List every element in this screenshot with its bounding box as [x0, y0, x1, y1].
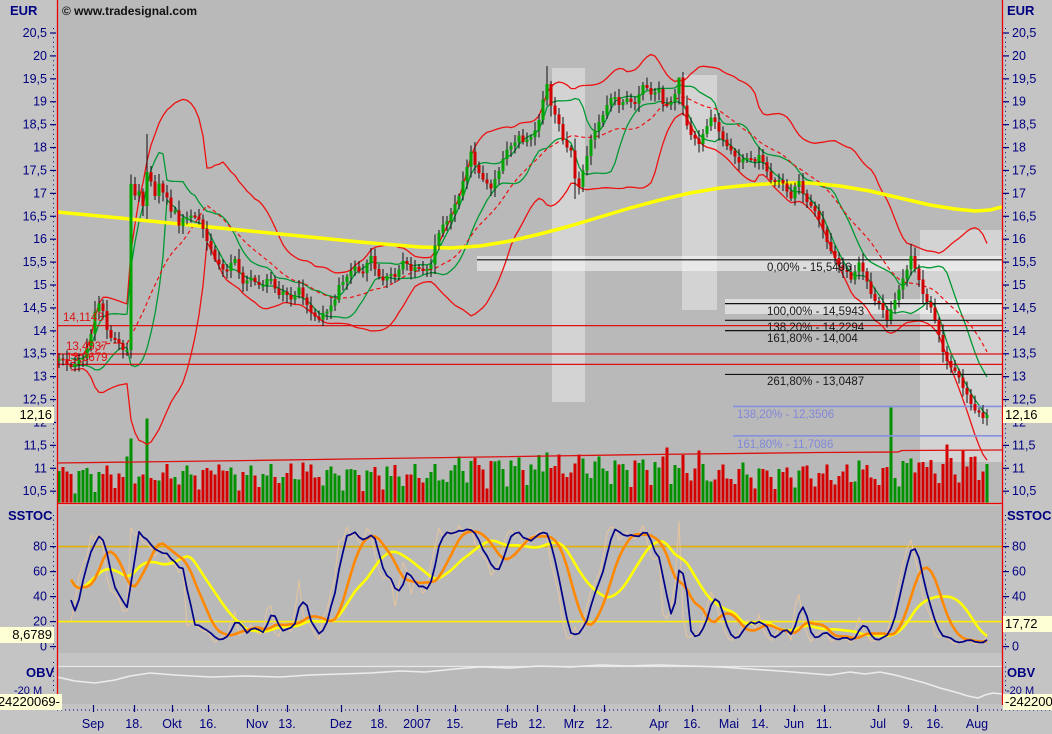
price-tick-label-left: 13,5: [23, 347, 47, 361]
price-tick-label-right: 16,5: [1012, 209, 1036, 223]
price-tick-label-left: 11: [34, 461, 47, 475]
price-tick-label-right: 11,5: [1012, 438, 1035, 452]
fib-extension-label: 161,80% - 11,7086: [737, 439, 833, 451]
price-tick-label-right: 15,5: [1012, 255, 1036, 269]
sstoc-tick-label-left: 60: [33, 565, 47, 579]
price-tick-label-right: 12,5: [1012, 393, 1036, 407]
trading-chart-window: 20,5 20,5 20 20 19,5 19,5 19 19 18,5 18,5 18 18 17,5…: [0, 0, 1052, 734]
sstoc-tick-label-right: 40: [1012, 590, 1026, 604]
x-axis-label: 11.: [816, 717, 832, 731]
x-axis-label: 15.: [446, 717, 463, 731]
x-axis-label: 9.: [903, 717, 913, 731]
x-axis-label: Feb: [496, 717, 518, 731]
price-tick-label-right: 18,5: [1012, 118, 1036, 132]
x-axis-label: Jul: [870, 717, 886, 731]
price-level-label: 13,2679: [66, 352, 108, 364]
fib-extension-label: 138,20% - 12,3506: [737, 409, 834, 421]
price-tick-label-right: 15: [1012, 278, 1026, 292]
x-axis-label: Apr: [649, 717, 668, 731]
chart-canvas[interactable]: 20,5 20,5 20 20 19,5 19,5 19 19 18,5 18,5 18 18 17,5…: [0, 0, 1052, 734]
price-tick-label-left: 13: [33, 370, 47, 384]
x-axis-label: 18.: [370, 717, 387, 731]
sstoc-value-label-left: 8,6789: [0, 627, 54, 643]
sstoc-plot-background: [57, 506, 1002, 653]
fib-retracement-label: 261,80% - 13,0487: [767, 376, 864, 388]
price-tick-label-right: 20: [1012, 49, 1026, 63]
price-tick-label-left: 12,5: [23, 393, 47, 407]
sstoc-tick-label-right: 0: [1012, 640, 1019, 654]
price-tick-label-right: 17: [1012, 186, 1026, 200]
fib-retracement-label: 161,80% - 14,004: [767, 333, 858, 345]
x-axis-label: Mai: [719, 717, 739, 731]
sstoc-tick-label-left: 80: [33, 540, 47, 554]
fib-retracement-label: 100,00% - 14,5943: [767, 306, 864, 318]
price-tick-label-left: 18: [33, 141, 47, 155]
price-level-label: 14,1143: [63, 312, 104, 324]
x-axis-label: Jun: [784, 717, 804, 731]
x-axis-label: Nov: [246, 717, 269, 731]
price-tick-label-right: 19: [1012, 95, 1026, 109]
highlight-band: [552, 68, 585, 402]
x-axis-label: 16.: [683, 717, 700, 731]
price-tick-label-left: 15: [33, 278, 47, 292]
obv-value-label-left: -24220069: [0, 694, 62, 710]
x-axis-label: Okt: [162, 717, 182, 731]
price-plot-background: [57, 0, 1002, 503]
price-tick-label-right: 17,5: [1012, 163, 1036, 177]
price-tick-label-right: 13: [1012, 370, 1026, 384]
x-axis-label: 12.: [595, 717, 612, 731]
obv-value-label-right: -24220069: [1003, 694, 1052, 710]
price-tick-label-left: 11,5: [24, 438, 47, 452]
price-tick-label-left: 20: [33, 49, 47, 63]
x-axis-label: 16.: [199, 717, 216, 731]
price-tick-label-left: 19: [33, 95, 47, 109]
price-tick-label-right: 14: [1012, 324, 1026, 338]
x-axis-label: Mrz: [564, 717, 585, 731]
x-axis-label: 2007: [403, 717, 431, 731]
fib-retracement-label: 0,00% - 15,5496: [767, 262, 851, 274]
price-tick-label-right: 16: [1012, 232, 1026, 246]
price-tick-label-right: 20,5: [1012, 26, 1036, 40]
time-axis-strip: [0, 705, 1052, 734]
price-tick-label-right: 10,5: [1012, 484, 1036, 498]
price-tick-label-right: 19,5: [1012, 72, 1036, 86]
price-tick-label-left: 20,5: [23, 26, 47, 40]
current-price-label-left: 12,16: [0, 407, 54, 423]
x-axis-label: 18.: [125, 717, 142, 731]
sstoc-tick-label-right: 80: [1012, 540, 1026, 554]
price-tick-label-left: 14: [33, 324, 47, 338]
price-tick-label-right: 18: [1012, 141, 1026, 155]
x-axis-label: Sep: [82, 717, 104, 731]
x-axis-label: 16.: [926, 717, 943, 731]
sstoc-value-label-right: 17,72: [1003, 616, 1052, 632]
fib-row-band: [477, 256, 1002, 271]
obv-plot-background: [57, 667, 1002, 704]
price-tick-label-left: 14,5: [23, 301, 47, 315]
sstoc-tick-label-right: 60: [1012, 565, 1026, 579]
price-tick-label-left: 16: [33, 232, 47, 246]
price-tick-label-left: 16,5: [23, 209, 47, 223]
x-axis-label: 13.: [278, 717, 295, 731]
price-tick-label-left: 18,5: [23, 118, 47, 132]
price-tick-label-left: 10,5: [23, 484, 47, 498]
price-tick-label-left: 17,5: [23, 163, 47, 177]
price-tick-label-right: 13,5: [1012, 347, 1036, 361]
price-tick-label-right: 14,5: [1012, 301, 1036, 315]
x-axis-label: Dez: [330, 717, 352, 731]
price-tick-label-left: 17: [33, 186, 47, 200]
x-axis-label: 12.: [528, 717, 545, 731]
x-axis-label: Aug: [966, 717, 988, 731]
price-tick-label-left: 19,5: [23, 72, 47, 86]
sstoc-tick-label-left: 40: [33, 590, 47, 604]
price-tick-label-left: 15,5: [23, 255, 47, 269]
price-tick-label-right: 11: [1012, 461, 1025, 475]
x-axis-label: 14.: [751, 717, 768, 731]
current-price-label-right: 12,16: [1003, 407, 1052, 423]
